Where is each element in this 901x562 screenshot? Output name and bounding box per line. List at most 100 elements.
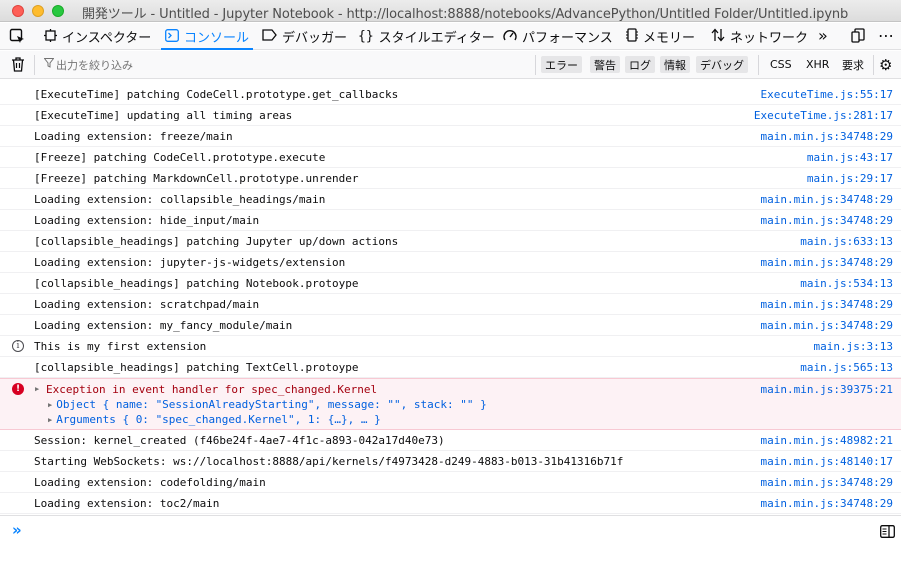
log-source-link[interactable]: main.min.js:34748:29: [761, 298, 893, 311]
filter-requests-button[interactable]: 要求: [838, 56, 868, 73]
minimize-window-button[interactable]: [32, 5, 44, 17]
filter-errors-button[interactable]: エラー: [541, 56, 582, 73]
toolbar-divider: [34, 55, 35, 75]
tab-style-editor-label: スタイルエディター: [378, 31, 495, 46]
object-message-value: "": [387, 398, 401, 411]
error-arguments-line[interactable]: ▶ Arguments { 0: "spec_changed.Kernel", 1…: [48, 413, 381, 426]
log-row: [collapsible_headings] patching Jupyter …: [0, 231, 901, 252]
log-source-link[interactable]: main.js:3:13: [814, 340, 893, 353]
log-row-info: i This is my first extension main.js:3:1…: [0, 336, 901, 357]
log-source-link[interactable]: main.min.js:48140:17: [761, 455, 893, 468]
log-message: Loading extension: codefolding/main: [34, 476, 266, 489]
object-label: Object { name:: [56, 398, 156, 411]
log-message: [ExecuteTime] patching CodeCell.prototyp…: [34, 88, 399, 101]
console-output: [ExecuteTime] patching CodeCell.prototyp…: [0, 84, 901, 514]
close-window-button[interactable]: [12, 5, 24, 17]
network-icon: [711, 28, 725, 45]
tab-memory-label: メモリー: [643, 31, 696, 46]
filter-logs-button[interactable]: ログ: [625, 56, 655, 73]
dock-toggle-icon[interactable]: [851, 28, 865, 47]
log-message: [Freeze] patching MarkdownCell.prototype…: [34, 172, 359, 185]
log-message: Loading extension: hide_input/main: [34, 214, 260, 227]
log-source-link[interactable]: main.min.js:39375:21: [761, 383, 893, 396]
log-source-link[interactable]: main.min.js:34748:29: [761, 214, 893, 227]
log-row: Loading extension: my_fancy_module/main …: [0, 315, 901, 336]
console-input[interactable]: »: [0, 515, 901, 562]
window-title: 開発ツール - Untitled - Jupyter Notebook - ht…: [82, 7, 849, 22]
log-message: Loading extension: collapsible_headings/…: [34, 193, 326, 206]
log-source-link[interactable]: main.min.js:34748:29: [761, 256, 893, 269]
debugger-icon: [262, 29, 277, 44]
expand-triangle-icon[interactable]: ▶: [48, 401, 52, 409]
filter-xhr-button[interactable]: XHR: [802, 56, 833, 73]
prompt-chevron-icon: »: [12, 521, 22, 539]
log-message: [collapsible_headings] patching Jupyter …: [34, 235, 399, 248]
tab-style-editor[interactable]: {} スタイルエディター: [358, 23, 495, 50]
toolbar-divider: [873, 55, 874, 75]
expand-triangle-icon[interactable]: ▶: [35, 385, 39, 393]
tab-network[interactable]: ネットワーク: [711, 23, 808, 50]
filter-css-button[interactable]: CSS: [766, 56, 796, 73]
log-message: [collapsible_headings] patching TextCell…: [34, 361, 359, 374]
tab-memory[interactable]: メモリー: [626, 23, 695, 50]
log-row: [ExecuteTime] patching CodeCell.prototyp…: [0, 84, 901, 105]
log-row: Starting WebSockets: ws://localhost:8888…: [0, 451, 901, 472]
log-message: [ExecuteTime] updating all timing areas: [34, 109, 293, 122]
window-titlebar: 開発ツール - Untitled - Jupyter Notebook - ht…: [0, 0, 901, 22]
sidebar-toggle-icon[interactable]: [880, 523, 895, 542]
toolbar-divider: [758, 55, 759, 75]
log-source-link[interactable]: main.js:565:13: [800, 361, 893, 374]
log-row: Loading extension: hide_input/main main.…: [0, 210, 901, 231]
log-source-link[interactable]: main.min.js:34748:29: [761, 130, 893, 143]
zoom-window-button[interactable]: [52, 5, 64, 17]
object-stack-value: "": [460, 398, 474, 411]
filter-output-input[interactable]: [42, 55, 522, 75]
tab-network-label: ネットワーク: [730, 31, 809, 46]
log-message: Starting WebSockets: ws://localhost:8888…: [34, 455, 624, 468]
log-row: [collapsible_headings] patching TextCell…: [0, 357, 901, 378]
log-source-link[interactable]: ExecuteTime.js:55:17: [761, 88, 893, 101]
tab-debugger[interactable]: デバッガー: [262, 23, 347, 50]
arguments-value: "spec_changed.Kernel": [155, 413, 295, 426]
log-row: Session: kernel_created (f46be24f-4ae7-4…: [0, 430, 901, 451]
element-picker-icon[interactable]: [9, 28, 26, 49]
tab-inspector-label: インスペクター: [62, 31, 152, 46]
filter-debug-button[interactable]: デバッグ: [696, 56, 748, 73]
error-icon: !: [12, 383, 24, 395]
log-message: Loading extension: jupyter-js-widgets/ex…: [34, 256, 346, 269]
log-message: [Freeze] patching CodeCell.prototype.exe…: [34, 151, 326, 164]
toolbar-divider: [535, 55, 536, 75]
log-source-link[interactable]: main.js:633:13: [800, 235, 893, 248]
console-icon: [165, 28, 179, 45]
log-row: Loading extension: jupyter-js-widgets/ex…: [0, 252, 901, 273]
filter-warnings-button[interactable]: 警告: [590, 56, 620, 73]
tab-inspector[interactable]: インスペクター: [44, 23, 151, 50]
log-source-link[interactable]: main.min.js:34748:29: [761, 497, 893, 510]
log-source-link[interactable]: main.min.js:34748:29: [761, 319, 893, 332]
filter-info-button[interactable]: 情報: [660, 56, 690, 73]
error-object-line[interactable]: ▶ Object { name: "SessionAlreadyStarting"…: [48, 398, 487, 411]
log-source-link[interactable]: main.min.js:34748:29: [761, 193, 893, 206]
error-message: Exception in event handler for spec_chan…: [46, 383, 378, 396]
log-row: Loading extension: freeze/main main.min.…: [0, 126, 901, 147]
log-source-link[interactable]: main.js:43:17: [807, 151, 893, 164]
tab-performance[interactable]: パフォーマンス: [503, 23, 613, 50]
log-source-link[interactable]: main.min.js:34748:29: [761, 476, 893, 489]
log-source-link[interactable]: main.js:29:17: [807, 172, 893, 185]
info-icon: i: [12, 340, 24, 352]
tab-console-label: コンソール: [184, 31, 250, 46]
log-source-link[interactable]: main.js:534:13: [800, 277, 893, 290]
memory-icon: [626, 28, 638, 45]
trash-icon[interactable]: [11, 57, 25, 76]
arguments-end: , 1: {…}, … }: [294, 413, 381, 426]
more-tools-chevron-icon[interactable]: »: [818, 26, 828, 45]
devtools-tabbar: インスペクター コンソール デバッガー {} スタイルエディター パフォーマンス…: [0, 23, 901, 50]
performance-icon: [503, 29, 517, 45]
log-source-link[interactable]: ExecuteTime.js:281:17: [754, 109, 893, 122]
log-source-link[interactable]: main.min.js:48982:21: [761, 434, 893, 447]
gear-icon[interactable]: ⚙: [879, 56, 892, 74]
more-options-icon[interactable]: ⋯: [878, 26, 894, 45]
log-message: Loading extension: scratchpad/main: [34, 298, 260, 311]
tab-console[interactable]: コンソール: [160, 23, 254, 50]
expand-triangle-icon[interactable]: ▶: [48, 416, 52, 424]
